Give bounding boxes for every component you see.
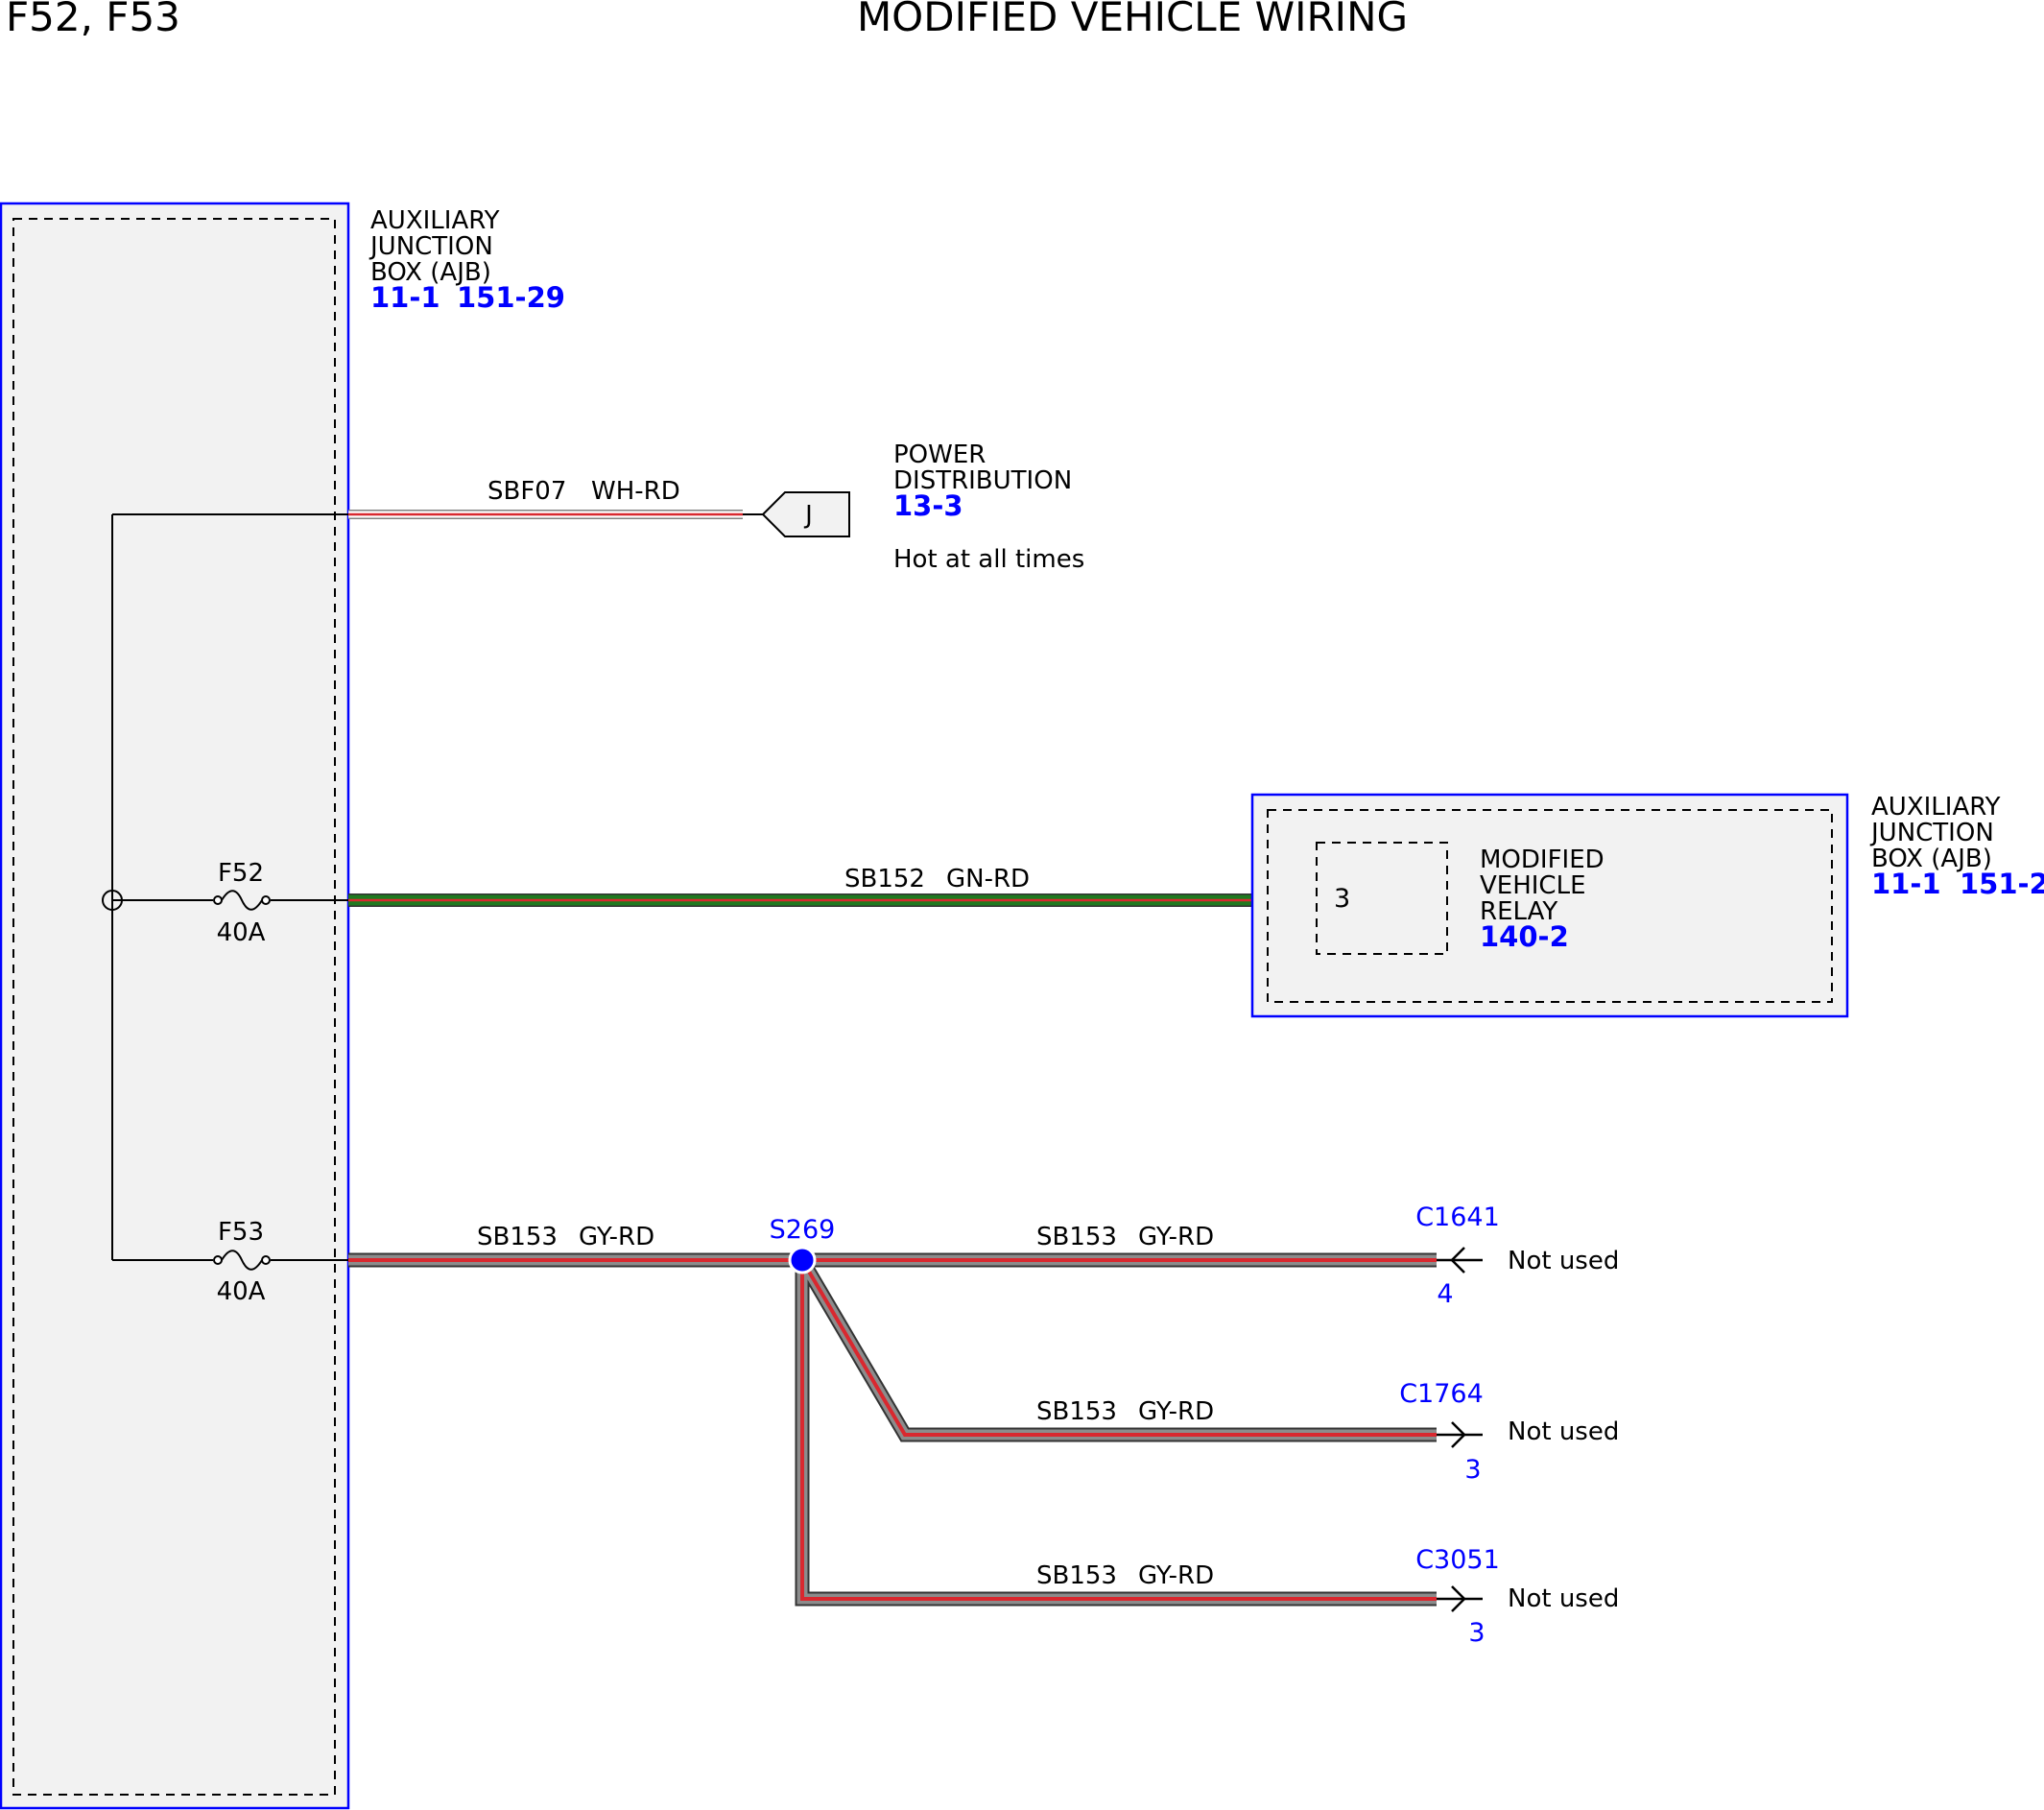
power-distribution-label: POWER DISTRIBUTION 13-3 Hot at all times xyxy=(893,441,1084,574)
fuse-f52-name: F52 xyxy=(218,859,264,888)
wire-sb152-circuit: SB152 xyxy=(844,865,925,893)
fuse-f52-rating: 40A xyxy=(217,918,266,947)
ajb-main-ref-link-2[interactable]: 151-29 xyxy=(457,281,565,314)
ajb-main-label: AUXILIARY JUNCTION BOX (AJB) 11-1 151-29 xyxy=(368,206,565,314)
connector-c3051-pin: 3 xyxy=(1468,1618,1485,1648)
wire-sbf07-color: WH-RD xyxy=(591,477,680,506)
wire-sb153-c-color: GY-RD xyxy=(1138,1397,1214,1426)
relay-line1: MODIFIED xyxy=(1480,845,1604,874)
page-title: MODIFIED VEHICLE WIRING xyxy=(857,0,1408,40)
power-connector-j[interactable]: J xyxy=(761,491,850,537)
relay-line2: VEHICLE xyxy=(1480,871,1586,900)
ajb-right-label: AUXILIARY JUNCTION BOX (AJB) 11-1 151-29 xyxy=(1869,793,2044,900)
relay-ref-link[interactable]: 140-2 xyxy=(1480,920,1569,953)
connector-c1641-note: Not used xyxy=(1508,1247,1619,1275)
splice-s269-label[interactable]: S269 xyxy=(770,1215,836,1245)
ajb-main-line2: JUNCTION xyxy=(368,232,493,261)
relay-pin: 3 xyxy=(1334,884,1350,914)
ajb-main-ref-link-1[interactable]: 11-1 xyxy=(370,281,440,314)
power-ref-link[interactable]: 13-3 xyxy=(893,489,963,522)
ajb-right-line2: JUNCTION xyxy=(1869,819,1994,847)
ajb-right-line1: AUXILIARY xyxy=(1871,793,2001,822)
connector-c1641-pin: 4 xyxy=(1437,1279,1453,1309)
connector-c1764-note: Not used xyxy=(1508,1417,1619,1446)
fuse-f53-name: F53 xyxy=(218,1218,264,1247)
wire-sb153-b-color: GY-RD xyxy=(1138,1223,1214,1251)
power-note: Hot at all times xyxy=(893,545,1084,574)
wiring-diagram: F52, F53 MODIFIED VEHICLE WIRING AUXILIA… xyxy=(0,0,2044,1810)
wire-sbf07-circuit: SBF07 xyxy=(487,477,566,506)
power-connector-j-label: J xyxy=(803,501,813,530)
ajb-right-ref-link-1[interactable]: 11-1 xyxy=(1871,868,1941,900)
connector-c1764-name[interactable]: C1764 xyxy=(1399,1379,1484,1409)
wire-sb152-color: GN-RD xyxy=(946,865,1030,893)
connector-c1764-symbol[interactable] xyxy=(1437,1421,1483,1448)
connector-c1641-name[interactable]: C1641 xyxy=(1415,1203,1500,1232)
splice-s269[interactable] xyxy=(788,1246,817,1274)
ajb-right-ref-link-2[interactable]: 151-29 xyxy=(1960,868,2044,900)
connector-c1764-pin: 3 xyxy=(1464,1455,1481,1485)
wire-sb153-b-circuit: SB153 xyxy=(1036,1223,1117,1251)
wire-sb153-d-circuit: SB153 xyxy=(1036,1561,1117,1590)
wire-sb153-d-color: GY-RD xyxy=(1138,1561,1214,1590)
wire-sb153-a-color: GY-RD xyxy=(579,1223,654,1251)
wire-sb153-a-circuit: SB153 xyxy=(477,1223,558,1251)
connector-c3051-symbol[interactable] xyxy=(1437,1585,1483,1612)
page-reference: F52, F53 xyxy=(6,0,180,40)
connector-c3051-note: Not used xyxy=(1508,1584,1619,1613)
fuse-f53-rating: 40A xyxy=(217,1277,266,1306)
power-line1: POWER xyxy=(893,441,986,469)
connector-c1641-symbol[interactable] xyxy=(1437,1247,1483,1274)
ajb-main-line1: AUXILIARY xyxy=(370,206,500,235)
wire-sb153-group xyxy=(348,1252,1437,1607)
wire-sb153-c-circuit: SB153 xyxy=(1036,1397,1117,1426)
ajb-main-box xyxy=(0,202,350,1810)
connector-c3051-name[interactable]: C3051 xyxy=(1415,1545,1500,1575)
